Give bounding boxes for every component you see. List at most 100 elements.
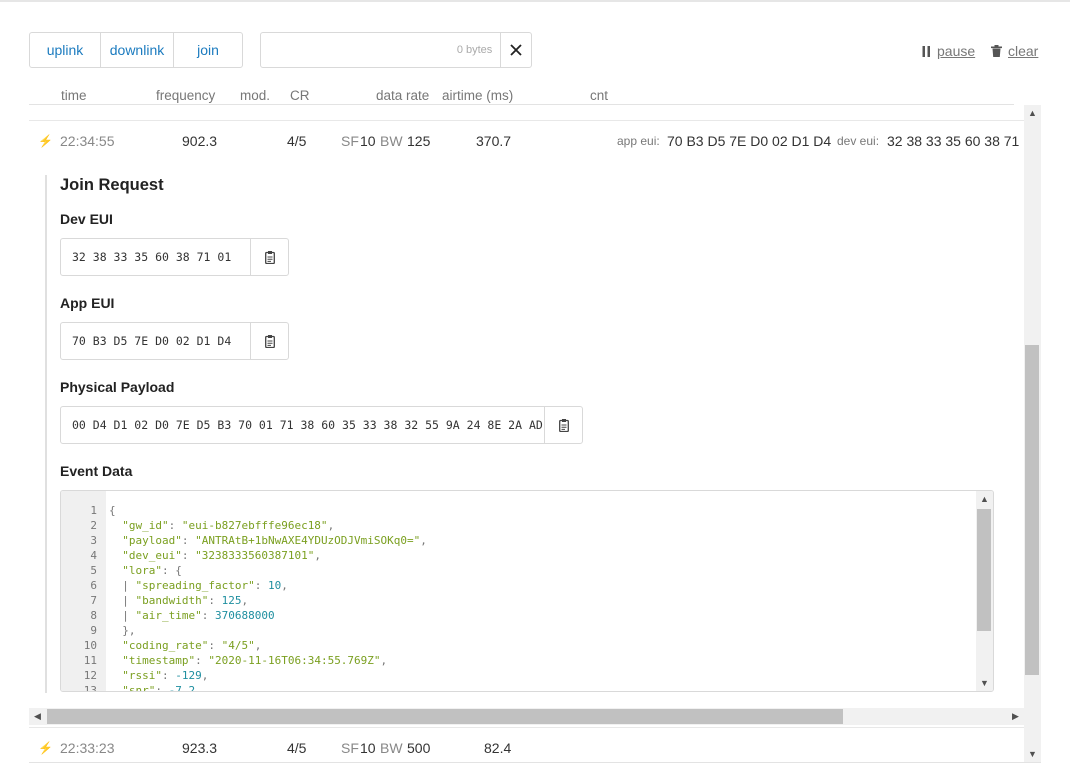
row-airtime: 82.4	[484, 740, 512, 756]
row-sf-label: SF	[341, 133, 359, 149]
clipboard-icon	[264, 250, 275, 264]
traffic-row-uplink[interactable]: ⚡ 22:33:23 923.3 4/5 SF 10 BW 500 82.4	[29, 727, 1024, 768]
scroll-left-icon[interactable]: ◀	[29, 708, 46, 725]
copy-payload-button[interactable]	[544, 407, 582, 443]
top-border	[0, 0, 1070, 2]
bolt-icon: ⚡	[38, 741, 53, 755]
row-frequency: 902.3	[182, 133, 218, 149]
event-data-editor[interactable]: 1{ 2 "gw_id": "eui-b827ebfffe96ec18", 3 …	[60, 490, 994, 692]
column-time: time	[61, 88, 87, 103]
json-key: "bandwidth"	[135, 594, 209, 607]
row-sf: 10	[360, 740, 376, 756]
json-key: "dev_eui"	[122, 549, 182, 562]
line-number: 11	[83, 654, 97, 667]
line-number: 13	[83, 684, 97, 692]
scroll-up-icon[interactable]: ▲	[976, 491, 993, 507]
copy-app-eui-button[interactable]	[250, 323, 288, 359]
row-sf-label: SF	[341, 740, 359, 756]
event-data-heading: Event Data	[60, 463, 133, 479]
column-airtime: airtime (ms)	[442, 88, 514, 103]
clear-button[interactable]: clear	[991, 43, 1038, 59]
traffic-row-join[interactable]: ⚡ 22:34:55 902.3 4/5 SF 10 BW 125 370.7 …	[29, 120, 1024, 161]
uplink-filter-button[interactable]: uplink	[30, 33, 100, 67]
pause-icon	[922, 45, 930, 57]
clipboard-icon	[558, 418, 569, 432]
byte-count: 0 bytes	[456, 44, 493, 56]
json-value: 10	[267, 579, 282, 592]
line-number: 1	[90, 504, 97, 517]
payload-filter-input[interactable]	[271, 33, 451, 67]
horizontal-scrollbar[interactable]: ◀ ▶	[29, 708, 1024, 725]
row-airtime: 370.7	[476, 133, 512, 149]
pause-label: pause	[937, 43, 976, 59]
clear-filter-button[interactable]	[500, 33, 531, 67]
scroll-right-icon[interactable]: ▶	[1007, 708, 1024, 725]
json-key: "rssi"	[122, 669, 162, 682]
pause-button[interactable]: pause	[922, 43, 975, 59]
json-key: "lora"	[122, 564, 162, 577]
join-filter-button[interactable]: join	[173, 33, 242, 67]
json-key: "spreading_factor"	[135, 579, 255, 592]
row-bw: 125	[407, 133, 431, 149]
payload-field: 00 D4 D1 02 D0 7E D5 B3 70 01 71 38 60 3…	[60, 406, 583, 444]
row-bw-label: BW	[380, 133, 403, 149]
row-time: 22:33:23	[60, 740, 115, 756]
app-eui-heading: App EUI	[60, 295, 115, 311]
json-value: -129	[175, 669, 202, 682]
json-lines: 1{ 2 "gw_id": "eui-b827ebfffe96ec18", 3 …	[61, 503, 427, 692]
dev-eui-heading: Dev EUI	[60, 211, 113, 227]
scroll-down-icon[interactable]: ▼	[1024, 746, 1041, 762]
dev-eui-value[interactable]: 32 38 33 35 60 38 71 01	[61, 239, 250, 275]
scroll-up-icon[interactable]: ▲	[1024, 105, 1041, 121]
json-key: "snr"	[122, 684, 156, 692]
list-vertical-scrollbar[interactable]: ▲ ▼	[1024, 105, 1041, 762]
json-value: "4/5"	[221, 639, 255, 652]
row-app-eui: 70 B3 D5 7E D0 02 D1 D4	[667, 133, 832, 149]
json-value: -7.2	[168, 684, 196, 692]
clear-label: clear	[1008, 43, 1039, 59]
json-key: "payload"	[122, 534, 182, 547]
line-number: 4	[90, 549, 97, 562]
dev-eui-field: 32 38 33 35 60 38 71 01	[60, 238, 289, 276]
line-number: 7	[90, 594, 97, 607]
column-frequency: frequency	[156, 88, 216, 103]
editor-vertical-scrollbar[interactable]: ▲ ▼	[976, 491, 993, 691]
bolt-icon: ⚡	[38, 134, 53, 148]
horizontal-scroll-thumb[interactable]	[47, 709, 843, 724]
list-scroll-thumb[interactable]	[1025, 345, 1039, 675]
row-time: 22:34:55	[60, 133, 115, 149]
downlink-filter-button[interactable]: downlink	[100, 33, 173, 67]
close-icon	[510, 44, 522, 56]
json-value: "3238333560387101"	[195, 549, 315, 562]
json-value: "eui-b827ebfffe96ec18"	[181, 519, 328, 532]
copy-dev-eui-button[interactable]	[250, 239, 288, 275]
app-eui-value[interactable]: 70 B3 D5 7E D0 02 D1 D4	[61, 323, 250, 359]
row-sf: 10	[360, 133, 376, 149]
json-key: "gw_id"	[122, 519, 169, 532]
line-number: 6	[90, 579, 97, 592]
row-bw: 500	[407, 740, 431, 756]
row-bw-label: BW	[380, 740, 403, 756]
json-value: "2020-11-16T06:34:55.769Z"	[208, 654, 381, 667]
payload-filter: 0 bytes	[260, 32, 532, 68]
line-number: 5	[90, 564, 97, 577]
column-count: cnt	[590, 88, 609, 103]
line-number: 2	[90, 519, 97, 532]
row-coding-rate: 4/5	[287, 740, 307, 756]
editor-scroll-thumb[interactable]	[977, 509, 991, 631]
row-frequency: 923.3	[182, 740, 218, 756]
line-number: 12	[83, 669, 97, 682]
line-number: 10	[83, 639, 97, 652]
json-value: "ANTRAtB+1bNwAXE4YDUzODJVmiSOKq0="	[195, 534, 421, 547]
json-value: 125	[221, 594, 242, 607]
json-key: "air_time"	[135, 609, 202, 622]
line-number: 8	[90, 609, 97, 622]
json-value: 370688000	[214, 609, 275, 622]
line-number: 9	[90, 624, 97, 637]
payload-value[interactable]: 00 D4 D1 02 D0 7E D5 B3 70 01 71 38 60 3…	[61, 407, 544, 443]
detail-title: Join Request	[60, 176, 164, 194]
scroll-down-icon[interactable]: ▼	[976, 675, 993, 691]
payload-heading: Physical Payload	[60, 379, 175, 395]
clipboard-icon	[264, 334, 275, 348]
column-data-rate: data rate	[376, 88, 430, 103]
